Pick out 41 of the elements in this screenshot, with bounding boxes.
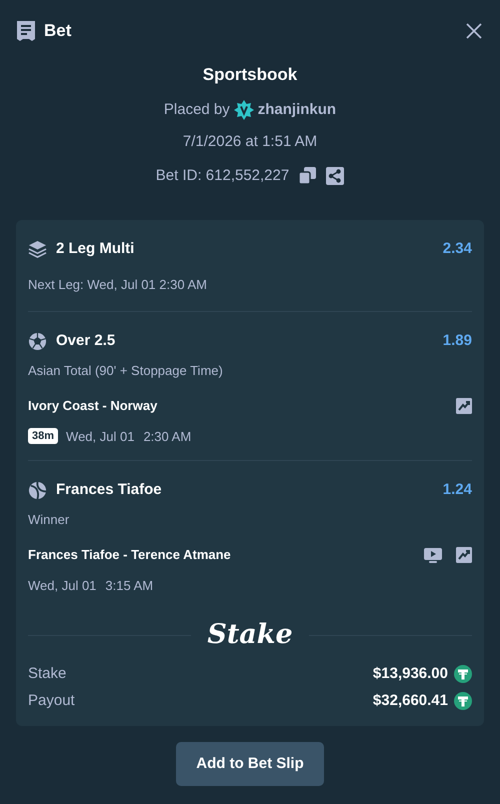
add-to-bet-slip-button[interactable]: Add to Bet Slip bbox=[176, 742, 324, 786]
event-time: 2:30 AM bbox=[143, 428, 192, 446]
receipt-icon bbox=[16, 20, 36, 42]
odds: 2.34 bbox=[442, 239, 472, 259]
username: zhanjinkun bbox=[258, 100, 336, 120]
event-time: 3:15 AM bbox=[105, 576, 154, 594]
bet-id: Bet ID: 612,552,227 bbox=[156, 166, 290, 186]
monitor-play-icon[interactable] bbox=[424, 546, 442, 563]
soccer-ball-icon bbox=[28, 332, 47, 351]
dialog-title: Bet bbox=[44, 20, 72, 42]
selection-name: Frances Tiafoe bbox=[56, 480, 162, 500]
live-time-badge: 38m bbox=[28, 428, 58, 444]
total-label: Payout bbox=[28, 690, 75, 710]
total-amount: $32,660.41 bbox=[372, 690, 448, 710]
bet-type-title: 2 Leg Multi bbox=[56, 239, 134, 259]
tennis-ball-icon bbox=[28, 480, 47, 500]
star-badge-icon bbox=[234, 100, 254, 120]
market-name: Winner bbox=[28, 510, 70, 528]
odds: 1.24 bbox=[442, 480, 472, 500]
event-date: Wed, Jul 01 bbox=[28, 576, 96, 594]
placed-by-label: Placed by bbox=[164, 100, 230, 120]
tether-coin-icon bbox=[454, 665, 472, 684]
tether-coin-icon bbox=[454, 692, 472, 710]
chart-icon[interactable] bbox=[456, 546, 472, 563]
selection-name: Over 2.5 bbox=[56, 331, 116, 351]
market-name: Asian Total (90' + Stoppage Time) bbox=[28, 362, 224, 380]
total-label: Stake bbox=[28, 664, 66, 684]
event-name: Frances Tiafoe - Terence Atmane bbox=[28, 546, 231, 564]
share-icon[interactable] bbox=[326, 166, 344, 185]
layers-icon bbox=[28, 240, 47, 259]
sportsbook-title: Sportsbook bbox=[202, 64, 298, 86]
event-name: Ivory Coast - Norway bbox=[28, 397, 158, 415]
event-date: Wed, Jul 01 bbox=[66, 428, 134, 446]
chart-icon[interactable] bbox=[456, 398, 472, 414]
total-amount: $13,936.00 bbox=[372, 664, 448, 684]
odds: 1.89 bbox=[442, 331, 472, 351]
next-leg-time: Next Leg: Wed, Jul 01 2:30 AM bbox=[28, 276, 208, 294]
copy-icon[interactable] bbox=[299, 167, 316, 184]
close-icon[interactable] bbox=[466, 22, 482, 38]
stake-logo: Stake bbox=[207, 619, 293, 651]
bet-date: 7/1/2026 at 1:51 AM bbox=[182, 132, 318, 152]
